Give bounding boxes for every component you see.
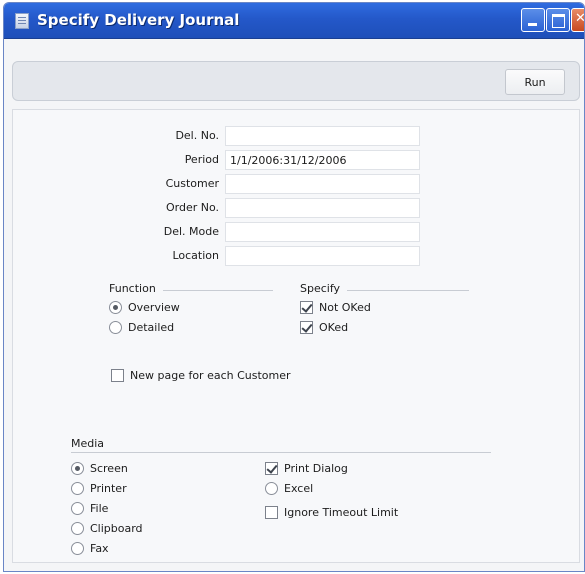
del-no-label: Del. No. [175, 129, 219, 142]
field-row-location: Location [13, 246, 581, 266]
print-dialog-checkbox[interactable]: Print Dialog [265, 462, 348, 475]
del-mode-label: Del. Mode [163, 225, 219, 238]
checkbox-checked-icon [300, 301, 313, 314]
field-row-customer: Customer [13, 174, 581, 194]
period-label: Period [184, 153, 219, 166]
del-mode-input[interactable] [225, 222, 420, 242]
checkbox-checked-icon [300, 321, 313, 334]
radio-unselected-icon [265, 482, 278, 495]
field-row-order-no: Order No. [13, 198, 581, 218]
radio-selected-icon [109, 301, 122, 314]
function-overview-label: Overview [128, 301, 180, 314]
media-clipboard-label: Clipboard [90, 522, 143, 535]
media-file-label: File [90, 502, 109, 515]
maximize-icon[interactable] [546, 8, 570, 32]
new-page-each-customer-checkbox[interactable]: New page for each Customer [111, 369, 291, 382]
window-title: Specify Delivery Journal [37, 11, 240, 29]
media-fax-radio[interactable]: Fax [71, 542, 109, 555]
checkbox-unchecked-icon [111, 369, 124, 382]
media-file-radio[interactable]: File [71, 502, 108, 515]
function-overview-radio[interactable]: Overview [109, 301, 180, 314]
function-detailed-radio[interactable]: Detailed [109, 321, 174, 334]
minimize-icon[interactable] [521, 8, 545, 32]
new-page-each-customer-label: New page for each Customer [130, 369, 291, 382]
radio-unselected-icon [71, 522, 84, 535]
media-screen-label: Screen [90, 462, 128, 475]
media-excel-label: Excel [284, 482, 314, 495]
media-group-divider [71, 452, 491, 453]
radio-selected-icon [71, 462, 84, 475]
function-group-divider [163, 290, 273, 291]
radio-unselected-icon [71, 542, 84, 555]
media-screen-radio[interactable]: Screen [71, 462, 128, 475]
close-icon[interactable] [571, 8, 584, 32]
field-row-del-mode: Del. Mode [13, 222, 581, 242]
order-no-label: Order No. [165, 201, 219, 214]
specify-oked-checkbox[interactable]: OKed [300, 321, 348, 334]
field-row-del-no: Del. No. [13, 126, 581, 146]
media-clipboard-radio[interactable]: Clipboard [71, 522, 143, 535]
media-excel-radio[interactable]: Excel [265, 482, 313, 495]
document-icon [15, 13, 29, 29]
specify-oked-label: OKed [319, 321, 349, 334]
checkbox-checked-icon [265, 462, 278, 475]
specify-group-label: Specify [300, 282, 341, 295]
ignore-timeout-limit-label: Ignore Timeout Limit [284, 506, 399, 519]
field-row-period: Period [13, 150, 581, 170]
media-group-label: Media [71, 437, 105, 450]
media-fax-label: Fax [90, 542, 109, 555]
specification-form: Del. No. Period Customer Order No. Del. … [12, 109, 580, 563]
media-printer-label: Printer [90, 482, 127, 495]
checkbox-unchecked-icon [265, 506, 278, 519]
period-input[interactable] [225, 150, 420, 170]
order-no-input[interactable] [225, 198, 420, 218]
specify-not-oked-label: Not OKed [319, 301, 371, 314]
location-input[interactable] [225, 246, 420, 266]
radio-unselected-icon [71, 502, 84, 515]
customer-label: Customer [165, 177, 219, 190]
location-label: Location [172, 249, 219, 262]
radio-unselected-icon [71, 482, 84, 495]
print-dialog-label: Print Dialog [284, 462, 348, 475]
del-no-input[interactable] [225, 126, 420, 146]
specify-group-divider [347, 290, 469, 291]
specify-delivery-journal-window: Specify Delivery Journal Run Del. No. Pe… [3, 2, 585, 572]
button-bar: Run [12, 61, 580, 101]
media-printer-radio[interactable]: Printer [71, 482, 127, 495]
ignore-timeout-limit-checkbox[interactable]: Ignore Timeout Limit [265, 506, 398, 519]
customer-input[interactable] [225, 174, 420, 194]
function-detailed-label: Detailed [128, 321, 175, 334]
run-button[interactable]: Run [505, 69, 565, 95]
radio-unselected-icon [109, 321, 122, 334]
specify-not-oked-checkbox[interactable]: Not OKed [300, 301, 371, 314]
function-group-label: Function [109, 282, 156, 295]
title-bar[interactable]: Specify Delivery Journal [4, 3, 584, 39]
